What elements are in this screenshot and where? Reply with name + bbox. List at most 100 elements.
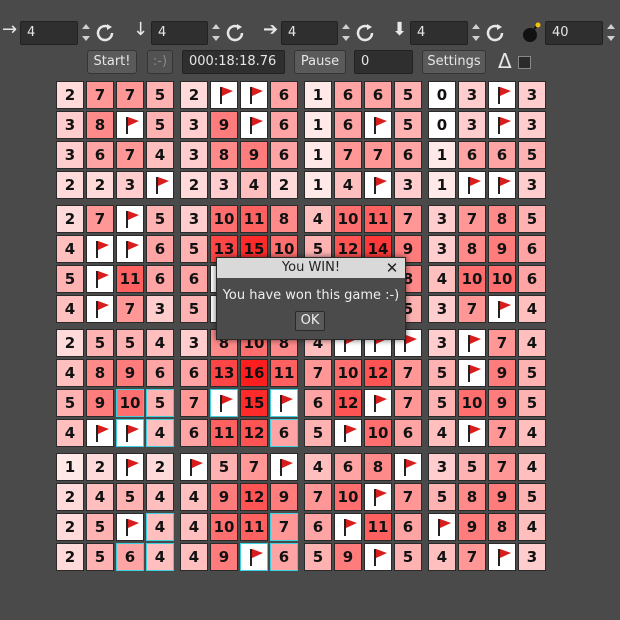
number-cell[interactable]: 6 <box>270 543 298 571</box>
flagged-cell[interactable] <box>458 329 486 357</box>
number-cell[interactable]: 7 <box>458 205 486 233</box>
refresh-icon[interactable] <box>223 21 247 45</box>
number-cell[interactable]: 11 <box>116 265 144 293</box>
number-cell[interactable]: 10 <box>334 205 362 233</box>
number-cell[interactable]: 7 <box>116 141 144 169</box>
number-cell[interactable]: 2 <box>180 171 208 199</box>
number-cell[interactable]: 4 <box>518 453 546 481</box>
flagged-cell[interactable] <box>116 235 144 263</box>
number-cell[interactable]: 1 <box>56 453 84 481</box>
number-cell[interactable]: 7 <box>86 205 114 233</box>
number-cell[interactable]: 0 <box>428 111 456 139</box>
number-cell[interactable]: 4 <box>56 359 84 387</box>
number-cell[interactable]: 1 <box>428 141 456 169</box>
number-cell[interactable]: 3 <box>146 295 174 323</box>
number-cell[interactable]: 2 <box>56 483 84 511</box>
flagged-cell[interactable] <box>488 543 516 571</box>
number-cell[interactable]: 2 <box>86 453 114 481</box>
flagged-cell[interactable] <box>240 543 268 571</box>
number-cell[interactable]: 3 <box>428 295 456 323</box>
number-cell[interactable]: 5 <box>518 141 546 169</box>
number-cell[interactable]: 5 <box>394 111 422 139</box>
flagged-cell[interactable] <box>488 111 516 139</box>
number-cell[interactable]: 6 <box>518 235 546 263</box>
number-cell[interactable]: 7 <box>394 389 422 417</box>
number-cell[interactable]: 5 <box>180 235 208 263</box>
number-cell[interactable]: 5 <box>146 81 174 109</box>
flagged-cell[interactable] <box>458 171 486 199</box>
number-cell[interactable]: 6 <box>116 543 144 571</box>
number-cell[interactable]: 9 <box>210 483 238 511</box>
number-cell[interactable]: 7 <box>394 359 422 387</box>
block-height-stepper[interactable]: 4 <box>410 21 468 45</box>
number-cell[interactable]: 7 <box>304 483 332 511</box>
number-cell[interactable]: 6 <box>394 419 422 447</box>
number-cell[interactable]: 4 <box>334 171 362 199</box>
number-cell[interactable]: 8 <box>270 205 298 233</box>
number-cell[interactable]: 12 <box>334 389 362 417</box>
number-cell[interactable]: 6 <box>334 111 362 139</box>
block-width-stepper[interactable]: 4 <box>281 21 338 45</box>
refresh-icon[interactable] <box>93 21 117 45</box>
number-cell[interactable]: 5 <box>428 483 456 511</box>
number-cell[interactable]: 9 <box>270 483 298 511</box>
number-cell[interactable]: 2 <box>180 81 208 109</box>
number-cell[interactable]: 5 <box>146 389 174 417</box>
number-cell[interactable]: 4 <box>428 419 456 447</box>
flagged-cell[interactable] <box>146 171 174 199</box>
number-cell[interactable]: 5 <box>518 483 546 511</box>
number-cell[interactable]: 4 <box>304 205 332 233</box>
number-cell[interactable]: 3 <box>518 111 546 139</box>
flagged-cell[interactable] <box>116 111 144 139</box>
number-cell[interactable]: 7 <box>394 205 422 233</box>
number-cell[interactable]: 7 <box>334 141 362 169</box>
number-cell[interactable]: 2 <box>56 329 84 357</box>
number-cell[interactable]: 9 <box>458 513 486 541</box>
number-cell[interactable]: 7 <box>304 359 332 387</box>
number-cell[interactable]: 5 <box>394 543 422 571</box>
number-cell[interactable]: 6 <box>146 359 174 387</box>
number-cell[interactable]: 0 <box>428 81 456 109</box>
number-cell[interactable]: 4 <box>146 513 174 541</box>
flagged-cell[interactable] <box>334 513 362 541</box>
number-cell[interactable]: 3 <box>394 171 422 199</box>
number-cell[interactable]: 4 <box>518 419 546 447</box>
number-cell[interactable]: 9 <box>210 111 238 139</box>
number-cell[interactable]: 4 <box>518 295 546 323</box>
number-cell[interactable]: 5 <box>86 543 114 571</box>
number-cell[interactable]: 4 <box>428 543 456 571</box>
number-cell[interactable]: 4 <box>146 329 174 357</box>
number-cell[interactable]: 4 <box>56 419 84 447</box>
number-cell[interactable]: 3 <box>428 453 456 481</box>
number-cell[interactable]: 1 <box>304 111 332 139</box>
number-cell[interactable]: 3 <box>458 81 486 109</box>
block-width-stepper-arrows[interactable] <box>342 22 350 44</box>
flagged-cell[interactable] <box>394 453 422 481</box>
flagged-cell[interactable] <box>240 81 268 109</box>
number-cell[interactable]: 10 <box>488 265 516 293</box>
number-cell[interactable]: 7 <box>116 81 144 109</box>
height-stepper[interactable]: 4 <box>151 21 208 45</box>
number-cell[interactable]: 6 <box>180 265 208 293</box>
number-cell[interactable]: 10 <box>334 359 362 387</box>
flagged-cell[interactable] <box>210 81 238 109</box>
number-cell[interactable]: 5 <box>146 205 174 233</box>
number-cell[interactable]: 4 <box>146 141 174 169</box>
number-cell[interactable]: 5 <box>428 359 456 387</box>
number-cell[interactable]: 1 <box>428 171 456 199</box>
number-cell[interactable]: 5 <box>304 543 332 571</box>
number-cell[interactable]: 6 <box>304 513 332 541</box>
number-cell[interactable]: 6 <box>270 419 298 447</box>
number-cell[interactable]: 4 <box>518 329 546 357</box>
number-cell[interactable]: 9 <box>210 543 238 571</box>
number-cell[interactable]: 7 <box>240 453 268 481</box>
number-cell[interactable]: 8 <box>488 205 516 233</box>
flagged-cell[interactable] <box>270 389 298 417</box>
number-cell[interactable]: 10 <box>458 265 486 293</box>
flagged-cell[interactable] <box>364 111 392 139</box>
number-cell[interactable]: 5 <box>210 453 238 481</box>
number-cell[interactable]: 11 <box>240 513 268 541</box>
number-cell[interactable]: 6 <box>518 265 546 293</box>
number-cell[interactable]: 4 <box>146 483 174 511</box>
number-cell[interactable]: 6 <box>364 81 392 109</box>
